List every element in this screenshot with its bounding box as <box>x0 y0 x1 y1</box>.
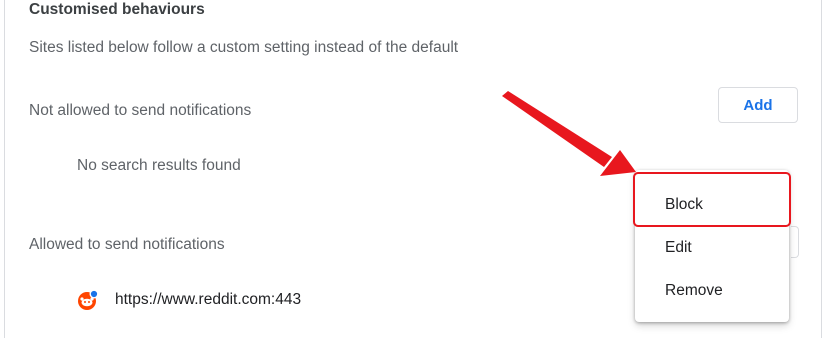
annotation-arrow-icon <box>502 91 636 176</box>
